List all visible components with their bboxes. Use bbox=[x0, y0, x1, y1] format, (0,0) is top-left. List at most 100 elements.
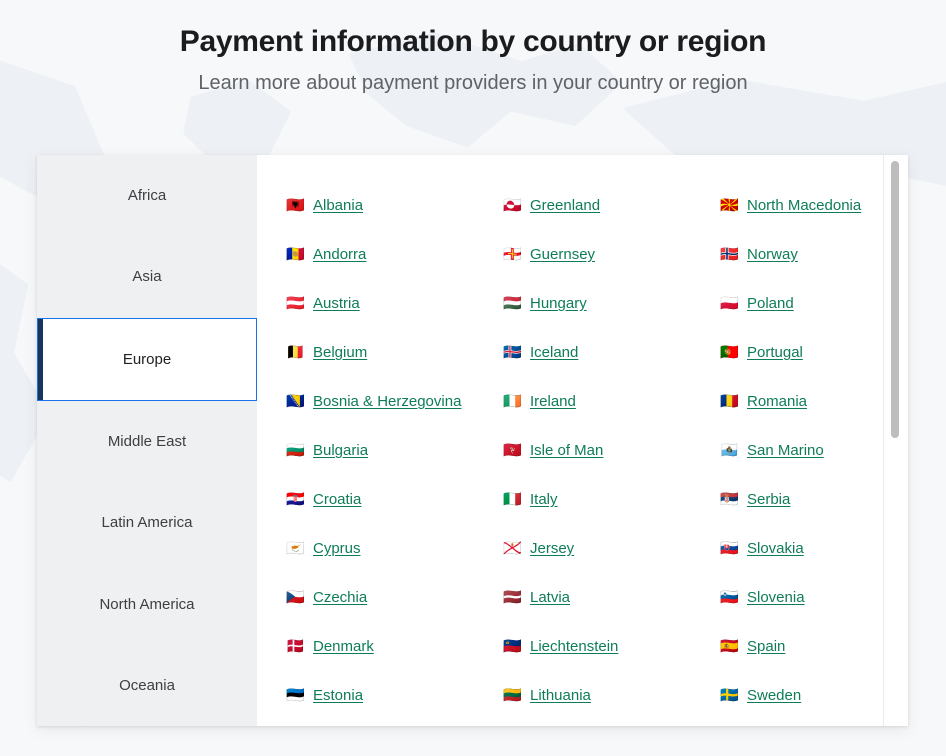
country-link[interactable]: Hungary bbox=[530, 295, 587, 312]
country-list-item: 🇸🇲 San Marino bbox=[720, 426, 908, 475]
region-tab-africa[interactable]: Africa bbox=[37, 155, 257, 236]
panel-scrollbar-thumb[interactable] bbox=[891, 161, 899, 438]
country-list-item: 🇷🇸 Serbia bbox=[720, 475, 908, 524]
country-link[interactable]: Greenland bbox=[530, 197, 600, 214]
country-link[interactable]: Portugal bbox=[747, 344, 803, 361]
country-list-item: 🇮🇪 Ireland bbox=[503, 377, 691, 426]
country-link[interactable]: North Macedonia bbox=[747, 197, 861, 214]
flag-estonia-icon: 🇪🇪 bbox=[286, 687, 305, 704]
country-link[interactable]: Iceland bbox=[530, 344, 578, 361]
country-link[interactable]: Slovenia bbox=[747, 589, 805, 606]
panel-scrollbar[interactable] bbox=[891, 155, 899, 726]
flag-slovenia-icon: 🇸🇮 bbox=[720, 589, 739, 606]
flag-andorra-icon: 🇦🇩 bbox=[286, 246, 305, 263]
country-link[interactable]: Spain bbox=[747, 638, 785, 655]
country-link[interactable]: Denmark bbox=[313, 638, 374, 655]
page-header: Payment information by country or region… bbox=[0, 0, 946, 150]
country-link[interactable]: Lithuania bbox=[530, 687, 591, 704]
flag-north-macedonia-icon: 🇲🇰 bbox=[720, 197, 739, 214]
country-link[interactable]: Latvia bbox=[530, 589, 570, 606]
country-list-item: 🇸🇪 Sweden bbox=[720, 671, 908, 720]
flag-czechia-icon: 🇨🇿 bbox=[286, 589, 305, 606]
country-link[interactable]: Isle of Man bbox=[530, 442, 603, 459]
flag-spain-icon: 🇪🇸 bbox=[720, 638, 739, 655]
flag-sweden-icon: 🇸🇪 bbox=[720, 687, 739, 704]
country-link[interactable]: Belgium bbox=[313, 344, 367, 361]
region-tab-europe[interactable]: Europe bbox=[37, 317, 257, 401]
flag-austria-icon: 🇦🇹 bbox=[286, 295, 305, 312]
country-list-item: 🇯🇪 Jersey bbox=[503, 524, 691, 573]
region-tab-latin-america[interactable]: Latin America bbox=[37, 482, 257, 563]
country-link[interactable]: Liechtenstein bbox=[530, 638, 618, 655]
country-link[interactable]: Croatia bbox=[313, 491, 361, 508]
country-link[interactable]: Guernsey bbox=[530, 246, 595, 263]
flag-guernsey-icon: 🇬🇬 bbox=[503, 246, 522, 263]
flag-liechtenstein-icon: 🇱🇮 bbox=[503, 638, 522, 655]
country-link[interactable]: Sweden bbox=[747, 687, 801, 704]
country-list-item: 🇮🇸 Iceland bbox=[503, 328, 691, 377]
region-tab-label: Europe bbox=[122, 350, 172, 368]
flag-lithuania-icon: 🇱🇹 bbox=[503, 687, 522, 704]
country-list-item: 🇮🇹 Italy bbox=[503, 475, 691, 524]
country-link[interactable]: Bosnia & Herzegovina bbox=[313, 393, 461, 410]
page-subtitle: Learn more about payment providers in yo… bbox=[198, 71, 748, 94]
country-link[interactable]: Bulgaria bbox=[313, 442, 368, 459]
country-link[interactable]: Norway bbox=[747, 246, 798, 263]
country-list-item: 🇭🇺 Hungary bbox=[503, 279, 691, 328]
country-list-item: 🇨🇿 Czechia bbox=[286, 573, 474, 622]
country-link[interactable]: Serbia bbox=[747, 491, 790, 508]
country-list-item: 🇧🇬 Bulgaria bbox=[286, 426, 474, 475]
country-list-item: 🇭🇷 Croatia bbox=[286, 475, 474, 524]
country-link[interactable]: Jersey bbox=[530, 540, 574, 557]
country-grid: 🇦🇱 Albania 🇦🇩 Andorra 🇦🇹 Austria 🇧🇪 Belgium 🇧🇦 Bo… bbox=[257, 155, 908, 720]
country-link[interactable]: Italy bbox=[530, 491, 558, 508]
country-list-item: 🇸🇮 Slovenia bbox=[720, 573, 908, 622]
flag-bosnia-and-herzegovina-icon: 🇧🇦 bbox=[286, 393, 305, 410]
country-list-item: 🇧🇪 Belgium bbox=[286, 328, 474, 377]
payment-info-card: Africa Asia Europe Middle East Latin America… bbox=[37, 155, 908, 726]
flag-greenland-icon: 🇬🇱 bbox=[503, 197, 522, 214]
region-tab-label: Asia bbox=[132, 268, 162, 286]
country-link[interactable]: Cyprus bbox=[313, 540, 361, 557]
country-list-item: 🇳🇴 Norway bbox=[720, 230, 908, 279]
flag-denmark-icon: 🇩🇰 bbox=[286, 638, 305, 655]
country-link[interactable]: Estonia bbox=[313, 687, 363, 704]
region-tab-north-america[interactable]: North America bbox=[37, 563, 257, 644]
flag-portugal-icon: 🇵🇹 bbox=[720, 344, 739, 361]
country-list-item: 🇬🇱 Greenland bbox=[503, 181, 691, 230]
flag-croatia-icon: 🇭🇷 bbox=[286, 491, 305, 508]
country-link[interactable]: Poland bbox=[747, 295, 794, 312]
region-tab-label: Latin America bbox=[101, 514, 193, 532]
country-link[interactable]: San Marino bbox=[747, 442, 824, 459]
country-list-item: 🇮🇲 Isle of Man bbox=[503, 426, 691, 475]
flag-romania-icon: 🇷🇴 bbox=[720, 393, 739, 410]
country-list-item: 🇲🇰 North Macedonia bbox=[720, 181, 908, 230]
region-tab-label: North America bbox=[99, 595, 195, 613]
flag-italy-icon: 🇮🇹 bbox=[503, 491, 522, 508]
country-list-item: 🇦🇩 Andorra bbox=[286, 230, 474, 279]
country-link[interactable]: Slovakia bbox=[747, 540, 804, 557]
country-column: 🇦🇱 Albania 🇦🇩 Andorra 🇦🇹 Austria 🇧🇪 Belgium 🇧🇦 Bo… bbox=[257, 181, 474, 720]
region-tab-asia[interactable]: Asia bbox=[37, 236, 257, 317]
country-link[interactable]: Czechia bbox=[313, 589, 367, 606]
country-link[interactable]: Albania bbox=[313, 197, 363, 214]
flag-slovakia-icon: 🇸🇰 bbox=[720, 540, 739, 557]
country-link[interactable]: Andorra bbox=[313, 246, 366, 263]
flag-belgium-icon: 🇧🇪 bbox=[286, 344, 305, 361]
flag-serbia-icon: 🇷🇸 bbox=[720, 491, 739, 508]
region-tab-oceania[interactable]: Oceania bbox=[37, 645, 257, 726]
country-list-item: 🇵🇹 Portugal bbox=[720, 328, 908, 377]
country-list-item: 🇱🇹 Lithuania bbox=[503, 671, 691, 720]
flag-ireland-icon: 🇮🇪 bbox=[503, 393, 522, 410]
country-link[interactable]: Romania bbox=[747, 393, 807, 410]
country-list-item: 🇪🇪 Estonia bbox=[286, 671, 474, 720]
country-link[interactable]: Austria bbox=[313, 295, 360, 312]
country-list-item: 🇦🇹 Austria bbox=[286, 279, 474, 328]
country-link[interactable]: Ireland bbox=[530, 393, 576, 410]
flag-hungary-icon: 🇭🇺 bbox=[503, 295, 522, 312]
country-list-item: 🇸🇰 Slovakia bbox=[720, 524, 908, 573]
region-tab-middle-east[interactable]: Middle East bbox=[37, 401, 257, 482]
region-tab-label: Middle East bbox=[107, 432, 187, 450]
country-list-item: 🇱🇻 Latvia bbox=[503, 573, 691, 622]
country-list-item: 🇷🇴 Romania bbox=[720, 377, 908, 426]
